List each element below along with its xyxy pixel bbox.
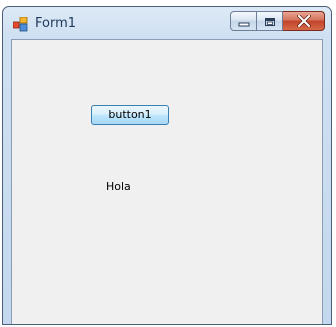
- title-bar[interactable]: Form1: [3, 7, 331, 39]
- form-app-icon[interactable]: [12, 16, 28, 32]
- form-client-area: button1 Hola: [11, 39, 323, 324]
- maximize-button[interactable]: [257, 11, 283, 31]
- button1[interactable]: button1: [91, 105, 169, 125]
- hola-label: Hola: [106, 180, 131, 193]
- window-title: Form1: [35, 16, 77, 31]
- minimize-button[interactable]: [230, 11, 257, 31]
- close-icon: [296, 12, 311, 31]
- close-button[interactable]: [283, 11, 325, 31]
- form1-window: Form1 button1 Hola: [2, 6, 332, 325]
- maximize-icon: [264, 12, 276, 31]
- caption-buttons: [230, 11, 325, 31]
- minimize-icon: [238, 12, 250, 31]
